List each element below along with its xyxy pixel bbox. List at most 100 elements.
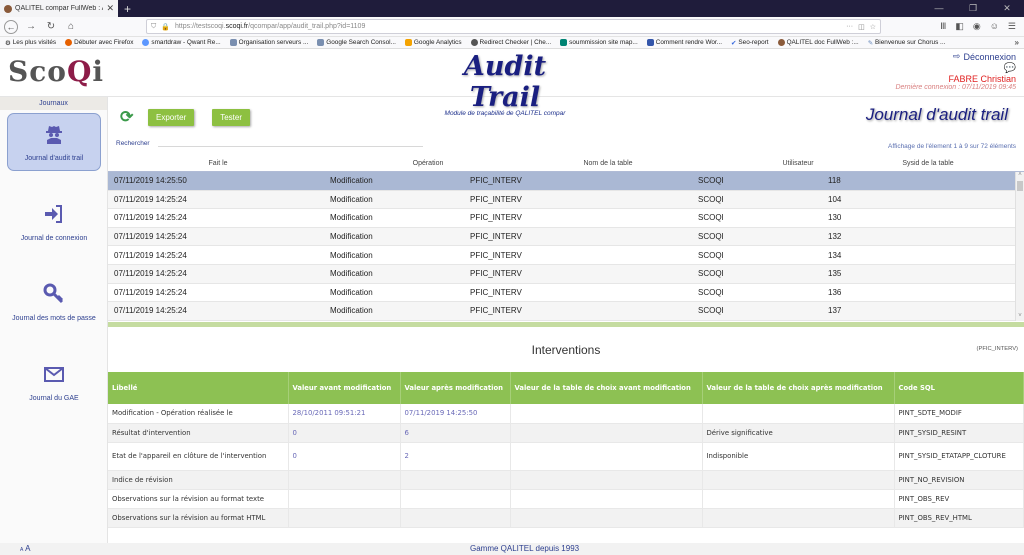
font-larger-button[interactable]: A bbox=[25, 544, 30, 553]
browser-tab[interactable]: QALITEL compar FullWeb : Au ✕ bbox=[0, 0, 118, 17]
sidebar-item-audit-trail[interactable]: Journal d'audit trail bbox=[7, 113, 101, 171]
column-header: Valeur de la table de choix après modifi… bbox=[702, 372, 895, 404]
table-cell: PFIC_INTERV bbox=[470, 306, 522, 316]
sidebar-item-connexion[interactable]: Journal de connexion bbox=[7, 193, 101, 251]
bookmark[interactable]: Redirect Checker | Che... bbox=[470, 39, 551, 46]
scroll-up-icon[interactable]: ˄ bbox=[1016, 172, 1024, 178]
table-cell: PINT_SYSID_ETATAPP_CLOTURE bbox=[894, 442, 1024, 471]
back-icon[interactable]: ← bbox=[4, 19, 18, 34]
menu-icon[interactable]: ☰ bbox=[1008, 21, 1016, 32]
table-cell: Modification bbox=[330, 213, 373, 223]
column-header[interactable]: Nom de la table bbox=[468, 155, 748, 171]
table-cell: Modification bbox=[330, 250, 373, 260]
bookmark[interactable]: ✎ Bienvenue sur Chorus ... bbox=[868, 39, 946, 47]
extension-icon[interactable]: ◉ bbox=[973, 21, 981, 32]
scroll-thumb[interactable] bbox=[1017, 181, 1023, 191]
search-field[interactable]: Rechercher bbox=[116, 140, 423, 147]
test-button[interactable]: Tester bbox=[212, 108, 251, 126]
restore-icon[interactable]: ❐ bbox=[956, 0, 990, 17]
table-cell: 118 bbox=[828, 176, 841, 186]
account-icon[interactable]: ☺ bbox=[990, 21, 999, 32]
table-row[interactable]: 07/11/2019 14:25:24 Modification PFIC_INTE… bbox=[108, 246, 1024, 265]
table-cell bbox=[702, 489, 895, 509]
home-icon[interactable]: ⌂ bbox=[64, 21, 78, 32]
pocket-icon[interactable]: ◫ bbox=[858, 23, 865, 31]
more-icon[interactable]: ··· bbox=[846, 23, 853, 30]
url-text: https://testscoqi.scoqi.fr/qcompar/app/a… bbox=[174, 23, 366, 30]
table-row[interactable]: 07/11/2019 14:25:24 Modification PFIC_INTE… bbox=[108, 302, 1024, 321]
column-header[interactable]: Sysid de la table bbox=[848, 155, 1008, 171]
table-cell: Modification bbox=[330, 194, 373, 204]
bookmark[interactable]: QALITEL doc FullWeb :... bbox=[777, 39, 859, 46]
table-cell: 07/11/2019 14:25:24 bbox=[114, 250, 187, 260]
font-smaller-button[interactable]: A bbox=[20, 547, 23, 553]
bookmark-icon bbox=[229, 39, 237, 46]
column-header[interactable]: Fait le bbox=[108, 155, 328, 171]
bookmark[interactable]: Organisation serveurs ... bbox=[229, 39, 308, 46]
table-cell: 6 bbox=[400, 423, 511, 443]
table-row[interactable]: 07/11/2019 14:25:24 Modification PFIC_INTE… bbox=[108, 190, 1024, 210]
chorus-icon: ✎ bbox=[867, 39, 874, 47]
table-row[interactable]: 07/11/2019 14:25:24 Modification PFIC_INTE… bbox=[108, 209, 1024, 228]
logout-link[interactable]: ⇨ Déconnexion bbox=[895, 51, 1016, 62]
minimize-icon[interactable]: — bbox=[922, 0, 956, 17]
table-cell: 104 bbox=[828, 194, 842, 204]
column-header[interactable]: Utilisateur bbox=[748, 155, 848, 171]
pagination-info: Affichage de l'élement 1 à 9 sur 72 élém… bbox=[888, 143, 1016, 150]
bookmark-star-icon[interactable]: ☆ bbox=[870, 23, 876, 31]
chat-icon[interactable]: 💬 bbox=[895, 63, 1016, 74]
table-cell: PFIC_INTERV bbox=[470, 287, 522, 297]
table-cell bbox=[510, 404, 703, 424]
bookmark[interactable]: Google Analytics bbox=[404, 39, 462, 46]
bookmark[interactable]: Débuter avec Firefox bbox=[65, 39, 133, 46]
toolbar: ⟳ Exporter Tester bbox=[120, 107, 251, 127]
sidebar-item-passwords[interactable]: Journal des mots de passe bbox=[7, 273, 101, 331]
bookmark[interactable]: Comment rendre Wor... bbox=[646, 39, 722, 46]
table-cell: SCOQI bbox=[698, 194, 724, 204]
table-row[interactable]: 07/11/2019 14:25:24 Modification PFIC_INTE… bbox=[108, 227, 1024, 247]
scoqi-logo[interactable]: ScoQi bbox=[8, 55, 104, 88]
bookmark[interactable]: Google Search Consol... bbox=[317, 39, 396, 46]
url-bar[interactable]: ⛉ 🔒 https://testscoqi.scoqi.fr/qcompar/a… bbox=[146, 19, 881, 34]
table-cell: Modification bbox=[330, 232, 373, 242]
table-cell bbox=[702, 508, 895, 528]
sidebar-title: Journaux bbox=[0, 97, 107, 110]
bookmark[interactable]: smartdraw - Qwant Re... bbox=[142, 39, 221, 46]
scroll-down-icon[interactable]: ˅ bbox=[1016, 313, 1024, 319]
sidebar-item-gae[interactable]: Journal du GAE bbox=[7, 353, 101, 411]
library-icon[interactable]: Ⅲ bbox=[940, 21, 946, 32]
sidebar-item-label: Journal du GAE bbox=[29, 394, 79, 402]
table-row: Indice de révision PINT_NO_REVISION bbox=[108, 470, 1024, 490]
table-cell: PFIC_INTERV bbox=[470, 213, 522, 223]
forward-icon[interactable]: → bbox=[24, 21, 38, 32]
table-row: Modification - Opération réalisée le 28/1… bbox=[108, 404, 1024, 424]
table-cell: Indisponible bbox=[702, 442, 895, 471]
table-cell: 136 bbox=[828, 287, 842, 297]
refresh-icon[interactable]: ⟳ bbox=[120, 107, 138, 127]
bookmark[interactable]: ⚙ Les plus visités bbox=[5, 39, 56, 47]
table-cell: PINT_OBS_REV bbox=[894, 489, 1024, 509]
reload-icon[interactable]: ↻ bbox=[44, 21, 58, 32]
table-cell bbox=[510, 489, 703, 509]
grid-scrollbar[interactable]: ˄ ˅ bbox=[1015, 172, 1024, 321]
close-tab-icon[interactable]: ✕ bbox=[106, 3, 114, 14]
table-row[interactable]: 07/11/2019 14:25:24 Modification PFIC_INTE… bbox=[108, 283, 1024, 303]
search-input[interactable] bbox=[157, 140, 423, 147]
table-cell: Modification bbox=[330, 287, 373, 297]
firefox-icon bbox=[65, 39, 73, 46]
export-button[interactable]: Exporter bbox=[148, 108, 195, 126]
table-cell: 07/11/2019 14:25:24 bbox=[114, 287, 187, 297]
table-row[interactable]: 07/11/2019 14:25:24 Modification PFIC_INTE… bbox=[108, 264, 1024, 284]
bookmark[interactable]: soummission site map... bbox=[560, 39, 638, 46]
sidebar-item-label: Journal d'audit trail bbox=[24, 154, 84, 162]
more-bookmarks-icon[interactable]: » bbox=[1015, 38, 1019, 47]
table-cell bbox=[702, 404, 895, 424]
table-cell: 07/11/2019 14:25:24 bbox=[114, 269, 187, 279]
bookmark[interactable]: ✔ Seo-report bbox=[731, 39, 769, 47]
sidebar-toggle-icon[interactable]: ◧ bbox=[955, 21, 964, 32]
column-header[interactable]: Opération bbox=[328, 155, 468, 171]
table-cell: SCOQI bbox=[698, 269, 724, 279]
new-tab-icon[interactable]: + bbox=[124, 2, 131, 16]
table-row[interactable]: 07/11/2019 14:25:50 Modification PFIC_INTE… bbox=[108, 172, 1024, 191]
close-window-icon[interactable]: ✕ bbox=[990, 0, 1024, 17]
